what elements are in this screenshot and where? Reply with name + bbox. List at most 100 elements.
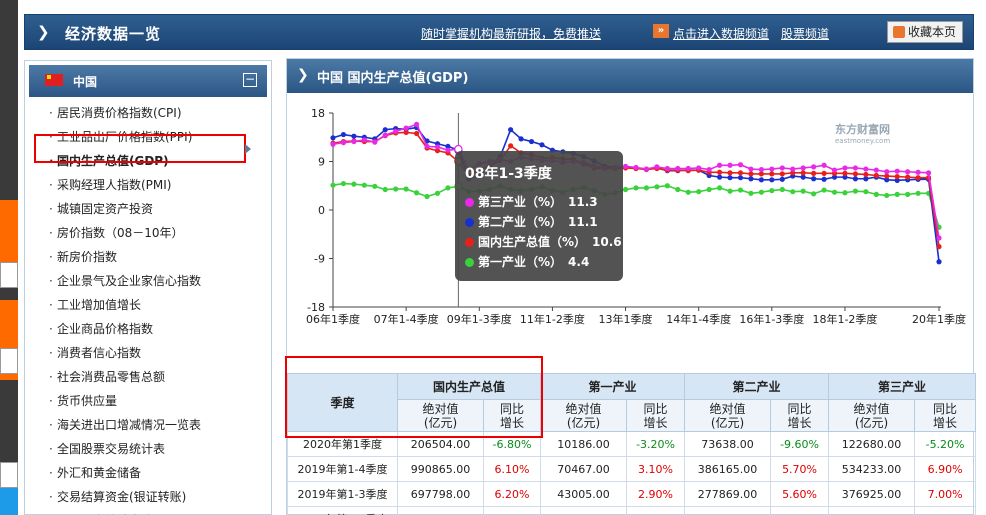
gdp-chart[interactable]: 18 9 0 -9 -18 06年1季度 07年1-4季度 09年1-3季度 11年1-2季度 1… [287, 93, 975, 396]
column-absolute-header: 绝对值 (亿元) [684, 399, 772, 432]
data-point [633, 185, 639, 191]
data-point [340, 140, 347, 146]
sidebar-item[interactable]: 企业商品价格指数 [49, 317, 271, 341]
data-point [800, 170, 806, 176]
data-point [351, 138, 357, 145]
data-point [915, 190, 921, 196]
data-point [748, 166, 754, 172]
sidebar-item[interactable]: 工业增加值增长 [49, 293, 271, 317]
background-input [0, 262, 18, 288]
sidebar-item[interactable]: 采购经理人指数(PMI) [49, 173, 271, 197]
data-point [424, 143, 430, 150]
sidebar-item[interactable]: 城镇固定资产投资 [49, 197, 271, 221]
data-point [811, 164, 817, 170]
sidebar-item[interactable]: 股票账户统计表(新) [49, 509, 271, 515]
bookmark-button[interactable]: 收藏本页 [887, 21, 963, 43]
cell-yoy: 7.00% [914, 481, 977, 507]
data-point [696, 189, 702, 195]
sidebar-item[interactable]: 全国股票交易统计表 [49, 437, 271, 461]
collapse-icon[interactable]: − [243, 73, 257, 87]
data-point [351, 133, 357, 139]
cell-yoy: 5.60% [770, 481, 830, 507]
cell-yoy: -5.20% [914, 431, 977, 457]
cell-yoy: 6.30% [482, 506, 542, 515]
data-point [905, 191, 911, 197]
cell-yoy: 3.00% [626, 506, 686, 515]
sidebar-item[interactable]: 新房价指数 [49, 245, 271, 269]
series-dot-icon [465, 218, 474, 227]
data-point [737, 187, 744, 193]
data-point [758, 189, 764, 195]
cell-season: 2019年第1-2季度 [287, 506, 398, 515]
stock-channel-link[interactable]: 股票频道 [781, 25, 829, 42]
data-point [852, 165, 859, 171]
data-point [330, 141, 336, 147]
data-point [622, 163, 629, 169]
highlight-box-table [285, 356, 543, 438]
sidebar-item[interactable]: 社会消费品零售总额 [49, 365, 271, 389]
data-point [905, 169, 911, 175]
data-point [884, 169, 890, 175]
sidebar-header-label: 中国 [73, 75, 98, 89]
data-point [842, 190, 848, 196]
cell-absolute: 277869.00 [684, 481, 772, 507]
data-point [413, 190, 420, 196]
china-flag-icon [45, 74, 63, 86]
data-point [790, 166, 796, 172]
cell-yoy: -9.60% [770, 431, 830, 457]
data-point [372, 139, 378, 145]
cell-absolute: 450933.00 [397, 506, 484, 515]
sidebar-item[interactable]: 交易结算资金(银证转账) [49, 485, 271, 509]
cell-yoy: 2.90% [626, 481, 686, 507]
data-point [852, 171, 859, 177]
sidebar-item[interactable]: 企业景气及企业家信心指数 [49, 269, 271, 293]
sidebar-item[interactable]: 货币供应量 [49, 389, 271, 413]
data-point [654, 184, 660, 190]
data-point [424, 193, 430, 200]
cell-absolute: 10186.00 [540, 431, 628, 457]
data-point [905, 174, 911, 180]
data-point [821, 176, 827, 182]
data-point [821, 170, 827, 176]
tooltip-value: 11.1 [568, 215, 598, 229]
data-point [779, 176, 785, 182]
sidebar-item[interactable]: 房价指数（08－10年） [49, 221, 271, 245]
data-point [852, 176, 859, 182]
cell-absolute: 247743.00 [828, 506, 916, 515]
sidebar-item[interactable]: 外汇和黄金储备 [49, 461, 271, 485]
research-push-link[interactable]: 随时掌握机构最新研报，免费推送 [421, 25, 601, 42]
column-absolute-header: 绝对值 (亿元) [540, 399, 628, 432]
cell-yoy: 5.70% [770, 456, 830, 482]
data-point [445, 147, 451, 153]
main-panel: ❯ 中国 国内生产总值(GDP) 18 9 0 -9 -18 06年1季度 07年1-4季度… [286, 58, 977, 515]
data-channel-link[interactable]: 点击进入数据频道 [673, 25, 769, 42]
sidebar-item[interactable]: 居民消费价格指数(CPI) [49, 101, 271, 125]
y-tick-label: 9 [318, 156, 325, 169]
cell-absolute: 386165.00 [684, 456, 772, 482]
data-point [915, 169, 921, 175]
data-point [508, 143, 514, 149]
cell-absolute: 534233.00 [828, 456, 916, 482]
data-point [842, 165, 848, 171]
x-tick-label: 20年1季度 [912, 312, 966, 326]
tooltip-label: 第一产业（%） [478, 255, 563, 269]
data-point [779, 171, 785, 177]
data-point [748, 171, 754, 177]
data-point [842, 170, 848, 176]
data-point [727, 175, 733, 181]
sidebar-item[interactable]: 海关进出口增减情况一览表 [49, 413, 271, 437]
data-point [340, 131, 347, 138]
sidebar-item[interactable]: 消费者信心指数 [49, 341, 271, 365]
data-point [393, 128, 399, 134]
data-point [382, 132, 388, 138]
sidebar-header[interactable]: 中国 − [29, 65, 267, 97]
series-dot-icon [465, 198, 474, 207]
data-point [894, 173, 900, 180]
bookmark-icon [893, 26, 905, 38]
data-point [351, 181, 357, 187]
background-input [0, 462, 18, 488]
data-point [706, 186, 712, 193]
column-yoy-header: 同比 增长 [770, 399, 830, 432]
data-point [769, 171, 775, 177]
data-point [528, 138, 535, 145]
